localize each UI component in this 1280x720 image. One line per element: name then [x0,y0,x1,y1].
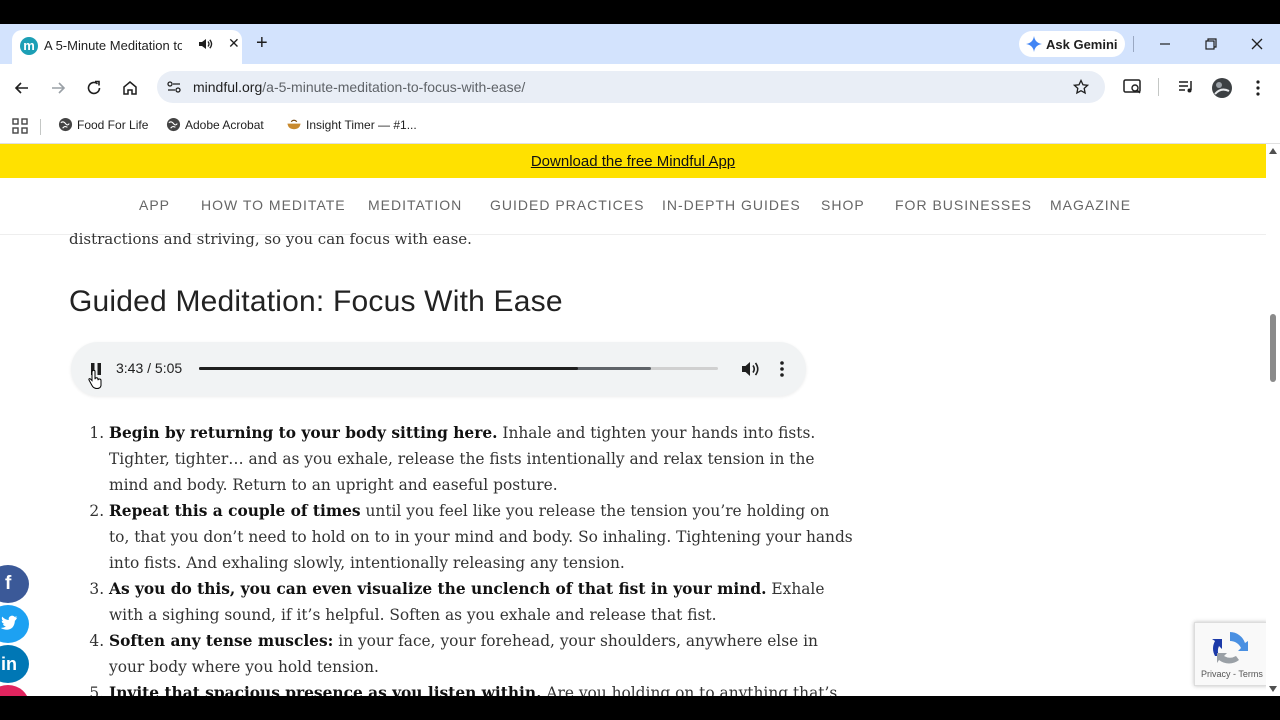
ask-gemini-button[interactable]: Ask Gemini [1019,31,1125,57]
step-bold: Repeat this a couple of times [109,502,361,520]
audio-player: 3:43 / 5:05 [71,342,806,396]
minimize-icon[interactable] [1155,34,1175,54]
playback-time: 3:43 / 5:05 [116,360,183,376]
terms-link[interactable]: Terms [1238,669,1263,679]
hand-cursor-icon [88,370,102,390]
linkedin-share-button[interactable]: in [0,645,29,683]
web-page: Download the free Mindful App APP HOW TO… [0,144,1266,696]
divider [1133,36,1134,52]
url-host: mindful.org [193,79,263,95]
tab-title: A 5-Minute Meditation to F [44,38,182,53]
new-tab-button[interactable]: + [256,32,268,55]
forward-arrow-icon[interactable] [49,79,67,97]
bookmark-item[interactable]: Food For Life [58,117,148,132]
nav-item-for-businesses[interactable]: FOR BUSINESSES [895,197,1032,213]
bookmark-label: Insight Timer — #1... [306,118,417,132]
nav-item-magazine[interactable]: MAGAZINE [1050,197,1131,213]
close-tab-button[interactable]: ✕ [228,35,240,52]
seek-bar[interactable] [199,367,718,370]
scroll-up-arrow-icon[interactable] [1269,148,1277,154]
step-bold: Invite that spacious presence as you lis… [109,684,542,696]
url-text[interactable]: mindful.org/a-5-minute-meditation-to-foc… [193,79,525,95]
list-item: Begin by returning to your body sitting … [109,420,854,498]
step-bold: Soften any tense muscles: [109,632,334,650]
step-text: Are you holding on to anything that’s [541,684,838,696]
nav-item-app[interactable]: APP [139,197,170,213]
list-item: Soften any tense muscles: in your face, … [109,628,854,680]
url-path: /a-5-minute-meditation-to-focus-with-eas… [262,79,526,95]
recaptcha-badge[interactable]: Privacy - Terms [1194,622,1268,686]
more-options-icon[interactable] [776,360,788,378]
facebook-icon: f [5,573,12,594]
tab-search-icon[interactable] [1123,78,1143,96]
divider [40,119,41,135]
star-bookmark-icon[interactable] [1073,79,1089,95]
step-bold: As you do this, you can even visualize t… [109,580,767,598]
site-settings-icon[interactable] [166,79,182,95]
close-window-icon[interactable] [1247,34,1267,54]
globe-icon [58,117,73,132]
facebook-share-button[interactable]: f [0,565,29,603]
bookmark-label: Adobe Acrobat [185,118,264,132]
page-scrollbar[interactable] [1266,144,1280,696]
nav-item-guided-practices[interactable]: GUIDED PRACTICES [490,197,644,213]
site-navigation: APP HOW TO MEDITATE MEDITATION GUIDED PR… [0,178,1266,235]
media-controls-icon[interactable] [1177,79,1195,95]
section-heading: Guided Meditation: Focus With Ease [69,285,563,318]
back-arrow-icon[interactable] [13,79,31,97]
step-bold: Begin by returning to your body sitting … [109,424,498,442]
list-item: As you do this, you can even visualize t… [109,576,854,628]
menu-kebab-icon[interactable] [1250,79,1266,97]
twitter-icon [0,615,18,630]
bowl-icon [287,119,301,130]
privacy-link[interactable]: Privacy [1201,669,1231,679]
ask-gemini-label: Ask Gemini [1046,37,1118,52]
gemini-sparkle-icon [1026,36,1042,52]
list-item: Invite that spacious presence as you lis… [109,680,854,696]
mindful-favicon-icon: m [20,37,38,55]
nav-item-meditation[interactable]: MEDITATION [368,197,462,213]
nav-item-in-depth-guides[interactable]: IN-DEPTH GUIDES [662,197,801,213]
meditation-steps: Begin by returning to your body sitting … [69,420,854,696]
browser-tab[interactable]: m A 5-Minute Meditation to F ✕ [12,30,242,64]
linkedin-icon: in [1,654,17,674]
bookmark-item[interactable]: Insight Timer — #1... [286,117,417,132]
download-app-link[interactable]: Download the free Mindful App [0,153,1266,170]
bookmark-item[interactable]: Adobe Acrobat [166,117,264,132]
recaptcha-icon [1212,632,1248,664]
apps-grid-icon[interactable] [12,118,28,134]
recaptcha-links: Privacy - Terms [1201,669,1263,679]
bookmarks-bar: Food For Life Adobe Acrobat Insight Time… [0,110,1280,144]
home-icon[interactable] [121,79,139,97]
profile-avatar-icon[interactable] [1211,77,1233,99]
reload-icon[interactable] [85,79,103,97]
nav-item-shop[interactable]: SHOP [821,197,865,213]
share-button[interactable] [0,685,29,696]
restore-icon[interactable] [1201,34,1221,54]
app-download-banner: Download the free Mindful App [0,144,1266,178]
twitter-share-button[interactable] [0,605,29,643]
address-bar[interactable]: mindful.org/a-5-minute-meditation-to-foc… [157,71,1105,103]
intro-text: distractions and striving, so you can fo… [69,230,472,248]
bookmark-label: Food For Life [77,118,149,132]
volume-icon[interactable] [740,360,760,378]
divider [1158,78,1159,96]
scrollbar-thumb[interactable] [1270,314,1276,382]
nav-item-how-to-meditate[interactable]: HOW TO MEDITATE [201,197,346,213]
globe-icon [166,117,181,132]
scroll-down-arrow-icon[interactable] [1269,686,1277,692]
list-item: Repeat this a couple of times until you … [109,498,854,576]
seek-progress [199,367,578,370]
speaker-icon[interactable] [197,36,213,52]
